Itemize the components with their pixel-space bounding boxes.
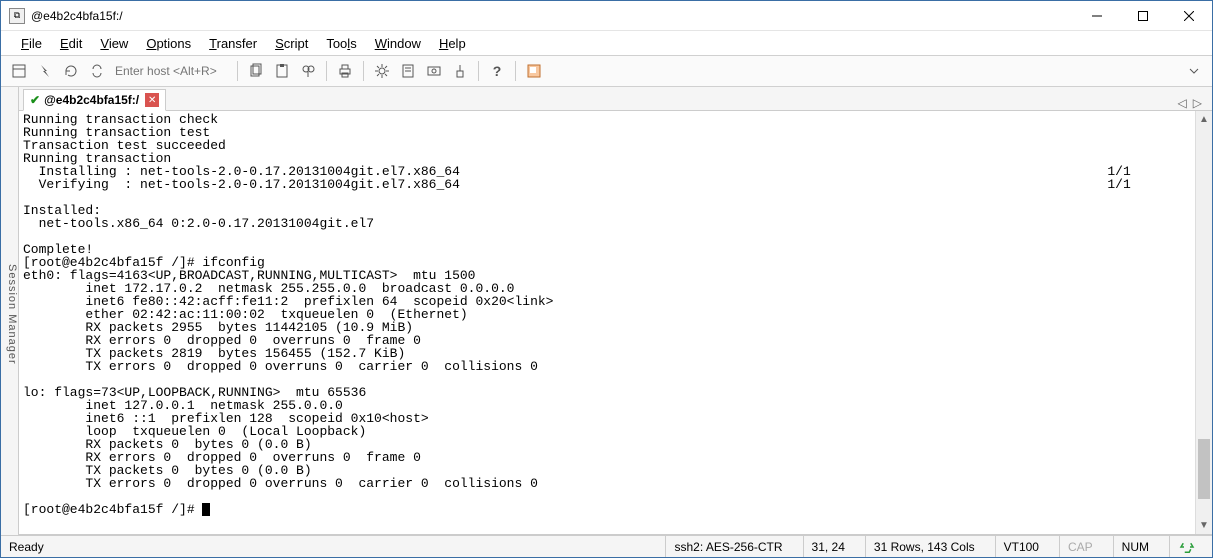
connected-icon: ✔ <box>30 93 40 107</box>
print-icon[interactable] <box>333 59 357 83</box>
scroll-down-icon[interactable]: ▼ <box>1196 517 1212 534</box>
app-icon: ⧉ <box>9 8 25 24</box>
status-term: VT100 <box>995 536 1047 557</box>
keymap-icon[interactable] <box>448 59 472 83</box>
status-num: NUM <box>1113 536 1157 557</box>
status-bar: Ready ssh2: AES-256-CTR 31, 24 31 Rows, … <box>1 535 1212 557</box>
menu-view[interactable]: View <box>100 36 128 51</box>
script-icon[interactable] <box>396 59 420 83</box>
maximize-button[interactable] <box>1120 1 1166 31</box>
close-tab-button[interactable]: ✕ <box>145 93 159 107</box>
tab-nav: ◁ ▷ <box>1172 96 1208 110</box>
toolbar-separator <box>237 61 238 81</box>
main-area: ✔ @e4b2c4bfa15f:/ ✕ ◁ ▷ https://blog.csd… <box>19 87 1212 535</box>
session-manager-panel[interactable]: Session Manager <box>1 87 19 535</box>
terminal-wrap: https://blog.csdn.net/ Running transacti… <box>19 111 1212 535</box>
toolbar-separator <box>326 61 327 81</box>
toolbar-separator <box>363 61 364 81</box>
sftp-icon[interactable] <box>422 59 446 83</box>
disconnect-icon[interactable] <box>85 59 109 83</box>
tab-bar: ✔ @e4b2c4bfa15f:/ ✕ ◁ ▷ <box>19 87 1212 111</box>
reconnect-icon[interactable] <box>59 59 83 83</box>
menu-help[interactable]: Help <box>439 36 466 51</box>
status-size: 31 Rows, 143 Cols <box>865 536 983 557</box>
menu-edit[interactable]: Edit <box>60 36 82 51</box>
tab-title: @e4b2c4bfa15f:/ <box>44 93 139 107</box>
status-recycle-icon <box>1169 536 1204 557</box>
session-tab[interactable]: ✔ @e4b2c4bfa15f:/ ✕ <box>23 89 166 111</box>
activator-icon[interactable] <box>522 59 546 83</box>
paste-icon[interactable] <box>270 59 294 83</box>
status-ready: Ready <box>9 536 52 557</box>
status-cursor: 31, 24 <box>803 536 853 557</box>
toolbar-separator <box>515 61 516 81</box>
toolbar-overflow-icon[interactable] <box>1182 59 1206 83</box>
menu-options[interactable]: Options <box>146 36 191 51</box>
menu-transfer[interactable]: Transfer <box>209 36 257 51</box>
toolbar: ? <box>1 55 1212 87</box>
quick-connect-icon[interactable] <box>33 59 57 83</box>
scroll-thumb[interactable] <box>1198 439 1210 499</box>
terminal[interactable]: Running transaction check Running transa… <box>19 111 1195 534</box>
toolbar-separator <box>478 61 479 81</box>
menu-script[interactable]: Script <box>275 36 308 51</box>
menu-bar: File Edit View Options Transfer Script T… <box>1 31 1212 55</box>
work-area: Session Manager ✔ @e4b2c4bfa15f:/ ✕ ◁ ▷ … <box>1 87 1212 535</box>
scroll-track[interactable] <box>1196 128 1212 517</box>
menu-file[interactable]: File <box>21 36 42 51</box>
options-icon[interactable] <box>370 59 394 83</box>
help-icon[interactable]: ? <box>485 59 509 83</box>
close-button[interactable] <box>1166 1 1212 31</box>
session-manager-icon[interactable] <box>7 59 31 83</box>
find-icon[interactable] <box>296 59 320 83</box>
host-input[interactable] <box>111 60 231 82</box>
next-tab-icon[interactable]: ▷ <box>1193 96 1202 110</box>
window-title: @e4b2c4bfa15f:/ <box>31 9 1074 23</box>
scroll-up-icon[interactable]: ▲ <box>1196 111 1212 128</box>
menu-window[interactable]: Window <box>375 36 421 51</box>
scrollbar[interactable]: ▲ ▼ <box>1195 111 1212 534</box>
title-bar: ⧉ @e4b2c4bfa15f:/ <box>1 1 1212 31</box>
status-cap: CAP <box>1059 536 1101 557</box>
prev-tab-icon[interactable]: ◁ <box>1178 96 1187 110</box>
terminal-cursor <box>202 503 210 516</box>
status-cipher: ssh2: AES-256-CTR <box>665 536 790 557</box>
copy-icon[interactable] <box>244 59 268 83</box>
menu-tools[interactable]: Tools <box>326 36 356 51</box>
minimize-button[interactable] <box>1074 1 1120 31</box>
